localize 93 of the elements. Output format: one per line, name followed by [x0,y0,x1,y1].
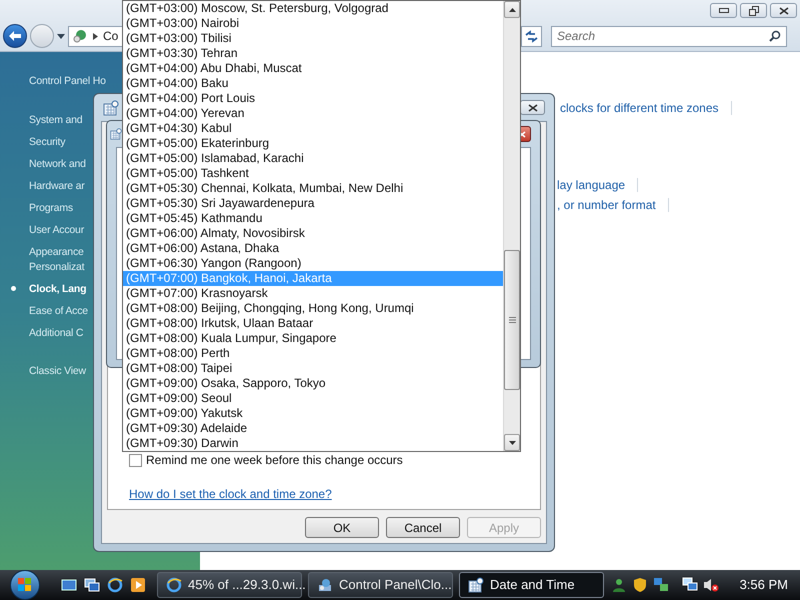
scroll-down-button[interactable] [504,434,520,451]
window-switch-icon[interactable] [84,577,100,593]
list-item[interactable]: (GMT+08:00) Taipei [123,361,503,376]
list-item[interactable]: (GMT+06:00) Almaty, Novosibirsk [123,226,503,241]
sidebar-link[interactable]: Control Panel Ho [29,70,106,92]
list-item[interactable]: (GMT+08:00) Kuala Lumpur, Singapore [123,331,503,346]
list-item[interactable]: (GMT+04:00) Yerevan [123,106,503,121]
dialog-button[interactable]: Cancel [386,517,460,538]
up-arrow-icon [508,8,516,12]
list-item[interactable]: (GMT+06:00) Astana, Dhaka [123,241,503,256]
list-item[interactable]: (GMT+08:00) Beijing, Chongqing, Hong Kong, Urumqi [123,301,503,316]
list-item[interactable]: (GMT+04:30) Kabul [123,121,503,136]
list-item[interactable]: (GMT+06:30) Yangon (Rangoon) [123,256,503,271]
list-item[interactable]: (GMT+05:00) Ekaterinburg [123,136,503,151]
back-arrow-icon [8,30,22,42]
sidebar-link[interactable]: Clock, Lang [29,278,86,300]
grip-icon [508,317,516,323]
list-item[interactable]: (GMT+05:00) Tashkent [123,166,503,181]
restore-icon [748,6,758,16]
address-text: Co [103,28,118,45]
sidebar-link[interactable]: Ease of Acce [29,300,88,322]
list-item[interactable]: (GMT+08:00) Irkutsk, Ulaan Bataar [123,316,503,331]
restore-button[interactable] [740,3,767,18]
sidebar-link[interactable]: Security [29,131,66,153]
list-item[interactable]: (GMT+03:00) Tbilisi [123,31,503,46]
clock-text[interactable]: 3:56 PM [740,575,788,595]
desktop-icon[interactable] [61,577,77,593]
list-item[interactable]: (GMT+05:30) Sri Jayawardenepura [123,196,503,211]
list-item[interactable]: (GMT+09:00) Seoul [123,391,503,406]
bullet-icon [11,286,16,291]
windows-logo-icon [18,578,32,592]
taskbar-button[interactable]: Control Panel\Clo... [308,572,453,598]
search-icon [769,30,781,42]
sidebar-link[interactable]: User Accour [29,219,84,241]
close-icon [528,104,538,112]
shield-icon[interactable] [632,577,648,593]
calendar-icon [468,577,484,593]
checkbox[interactable] [129,454,142,466]
search-field[interactable]: Search [551,26,787,46]
scroll-up-button[interactable] [504,1,520,18]
back-button[interactable] [3,24,27,48]
list-item[interactable]: (GMT+08:00) Perth [123,346,503,361]
list-item[interactable]: (GMT+04:00) Baku [123,76,503,91]
scroll-thumb[interactable] [504,250,520,390]
list-item[interactable]: (GMT+09:00) Yakutsk [123,406,503,421]
speaker-muted-icon[interactable] [702,577,719,593]
help-link[interactable]: How do I set the clock and time zone? [129,485,332,503]
control-panel-icon [317,577,333,593]
list-item[interactable]: (GMT+09:30) Adelaide [123,421,503,436]
list-item[interactable]: (GMT+09:30) Darwin [123,436,503,451]
list-item[interactable]: (GMT+03:30) Tehran [123,46,503,61]
chevron-icon [93,32,98,40]
taskbar-button[interactable]: 45% of ...29.3.0.wi... [157,572,302,598]
refresh-button[interactable] [521,26,542,46]
control-panel-icon [72,28,88,44]
down-arrow-icon [508,440,516,444]
list-item[interactable]: (GMT+03:00) Nairobi [123,16,503,31]
checkbox-label: Remind me one week before this change occurs [146,452,403,469]
list-item[interactable]: (GMT+05:00) Islamabad, Karachi [123,151,503,166]
task-link[interactable]: lay language [557,176,626,194]
sidebar-link[interactable]: Programs [29,197,73,219]
calendar-icon [103,100,119,116]
list-item[interactable]: (GMT+05:45) Kathmandu [123,211,503,226]
sidebar-link[interactable]: Network and [29,153,86,175]
media-player-icon[interactable] [130,577,146,593]
dropdown-caret-icon[interactable] [57,34,65,38]
network-icon[interactable] [652,577,669,593]
list-item[interactable]: (GMT+04:00) Abu Dhabi, Muscat [123,61,503,76]
close-icon [778,6,788,14]
sidebar-link[interactable]: Hardware ar [29,175,85,197]
list-item[interactable]: (GMT+07:00) Krasnoyarsk [123,286,503,301]
close-button[interactable] [520,100,545,115]
dialog-button[interactable]: OK [305,517,379,538]
browser-icon [166,577,182,593]
refresh-icon [525,30,538,42]
sidebar-link[interactable]: Additional C [29,322,84,344]
sidebar-link[interactable]: System and [29,109,82,131]
task-link[interactable]: clocks for different time zones [560,99,719,117]
list-item[interactable]: (GMT+04:00) Port Louis [123,91,503,106]
taskbar-button[interactable]: Date and Time [459,572,604,598]
close-button[interactable] [770,3,797,18]
task-link[interactable]: , or number format [557,196,656,214]
user-icon[interactable] [610,577,627,593]
scrollbar[interactable] [503,1,520,451]
monitors-icon[interactable] [682,577,698,593]
browser-icon[interactable] [107,577,123,593]
sidebar-link[interactable]: Appearance Personalizat [29,241,84,278]
minimize-button[interactable] [710,3,737,18]
list-item[interactable]: (GMT+09:00) Osaka, Sapporo, Tokyo [123,376,503,391]
minimize-icon [718,8,728,13]
list-item[interactable]: (GMT+03:00) Moscow, St. Petersburg, Volgograd [123,1,503,16]
start-button[interactable] [10,570,40,600]
list-item[interactable]: (GMT+05:30) Chennai, Kolkata, Mumbai, New Delhi [123,181,503,196]
